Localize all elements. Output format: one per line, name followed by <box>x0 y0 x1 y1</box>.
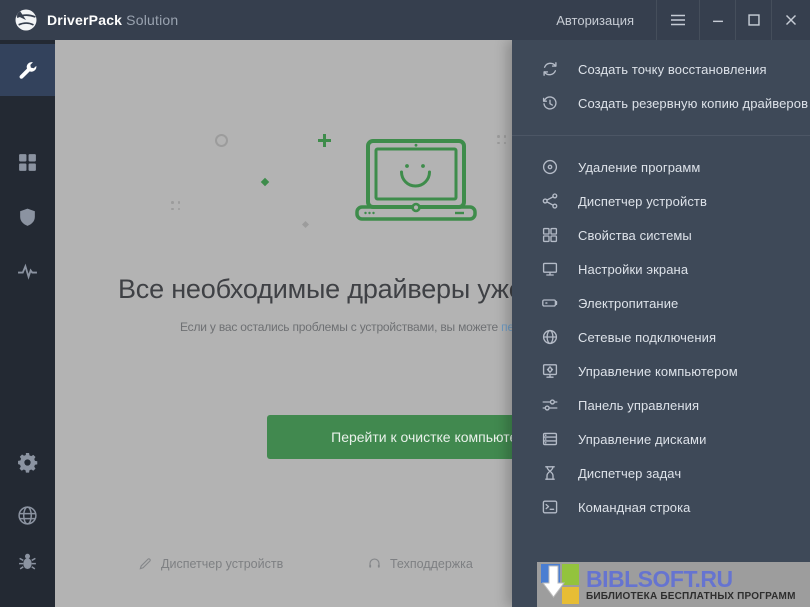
authorization-button[interactable]: Авторизация <box>556 13 634 28</box>
computer-management-icon <box>541 362 559 380</box>
subtext-prefix: Если у вас остались проблемы с устройств… <box>180 320 501 334</box>
app-title: DriverPackSolution <box>47 12 178 28</box>
gear-icon <box>17 452 38 473</box>
deco-plus <box>318 134 331 147</box>
footer-device-manager-link[interactable]: Диспетчер устройств <box>138 556 283 571</box>
maximize-button[interactable] <box>735 0 771 40</box>
minimize-icon <box>709 10 727 30</box>
network-connections-icon <box>541 328 559 346</box>
pulse-icon <box>17 261 38 282</box>
sidebar-item-software[interactable] <box>0 136 55 188</box>
control-panel-icon <box>541 396 559 414</box>
menu-item-computer-management[interactable]: Управление компьютером <box>512 354 810 388</box>
menu-item-driver-backup[interactable]: Создать резервную копию драйверов <box>512 86 810 120</box>
menu-item-system-properties[interactable]: Свойства системы <box>512 218 810 252</box>
hamburger-icon <box>667 10 689 30</box>
close-button[interactable] <box>771 0 810 40</box>
deco-ring <box>215 134 228 147</box>
footer-link-label: Техподдержка <box>390 557 473 571</box>
deco-dots <box>171 201 180 210</box>
footer-link-label: Диспетчер устройств <box>161 557 283 571</box>
restore-point-icon <box>541 60 559 78</box>
device-manager-icon <box>541 192 559 210</box>
power-options-icon <box>541 294 559 312</box>
display-settings-icon <box>541 260 559 278</box>
command-prompt-icon <box>541 498 559 516</box>
close-icon <box>782 10 800 30</box>
laptop-smile-icon <box>352 134 482 226</box>
watermark-title: BIBLSOFT.RU <box>586 567 796 591</box>
system-properties-icon <box>541 226 559 244</box>
grid-icon <box>17 152 38 173</box>
menu-item-uninstall-programs[interactable]: Удаление программ <box>512 150 810 184</box>
menu-separator <box>512 135 810 136</box>
deco-diamond-gray <box>302 221 309 228</box>
sidebar-item-language[interactable] <box>0 489 55 541</box>
disk-management-icon <box>541 430 559 448</box>
bug-icon <box>17 551 38 572</box>
sidebar-item-drivers[interactable] <box>0 44 55 96</box>
system-tools-menu: Создать точку восстановления Создать рез… <box>512 40 810 607</box>
maximize-icon <box>745 10 763 30</box>
menu-item-device-manager[interactable]: Диспетчер устройств <box>512 184 810 218</box>
menu-item-display-settings[interactable]: Настройки экрана <box>512 252 810 286</box>
driverpack-window: DriverPackSolution Авторизация <box>0 0 810 607</box>
deco-diamond-green <box>261 178 269 186</box>
sidebar-item-diagnostics[interactable] <box>0 245 55 297</box>
menu-item-power-options[interactable]: Электропитание <box>512 286 810 320</box>
driver-backup-icon <box>541 94 559 112</box>
minimize-button[interactable] <box>699 0 735 40</box>
uninstall-programs-icon <box>541 158 559 176</box>
title-bar: DriverPackSolution Авторизация <box>0 0 810 40</box>
sidebar-item-bug-report[interactable] <box>0 535 55 587</box>
pencil-icon <box>138 556 153 571</box>
sidebar <box>0 40 55 607</box>
menu-item-control-panel[interactable]: Панель управления <box>512 388 810 422</box>
globe-icon <box>17 505 38 526</box>
watermark-subtitle: БИБЛИОТЕКА БЕСПЛАТНЫХ ПРОГРАММ <box>586 591 796 602</box>
menu-item-network-connections[interactable]: Сетевые подключения <box>512 320 810 354</box>
menu-item-restore-point[interactable]: Создать точку восстановления <box>512 52 810 86</box>
sidebar-item-settings[interactable] <box>0 436 55 488</box>
watermark-banner: BIBLSOFT.RU БИБЛИОТЕКА БЕСПЛАТНЫХ ПРОГРА… <box>537 562 810 607</box>
driverpack-logo-icon <box>14 8 38 32</box>
task-manager-icon <box>541 464 559 482</box>
deco-dots <box>497 135 506 144</box>
app-title-bold: DriverPack <box>47 12 122 28</box>
footer-support-link[interactable]: Техподдержка <box>367 556 473 571</box>
menu-item-disk-management[interactable]: Управление дисками <box>512 422 810 456</box>
headset-icon <box>367 556 382 571</box>
sidebar-item-security[interactable] <box>0 191 55 243</box>
hamburger-menu-button[interactable] <box>656 0 699 40</box>
menu-item-task-manager[interactable]: Диспетчер задач <box>512 456 810 490</box>
menu-item-command-prompt[interactable]: Командная строка <box>512 490 810 524</box>
wrench-icon <box>17 60 38 81</box>
download-arrow-logo <box>539 563 583 606</box>
shield-icon <box>17 207 38 228</box>
app-title-light: Solution <box>126 12 178 28</box>
